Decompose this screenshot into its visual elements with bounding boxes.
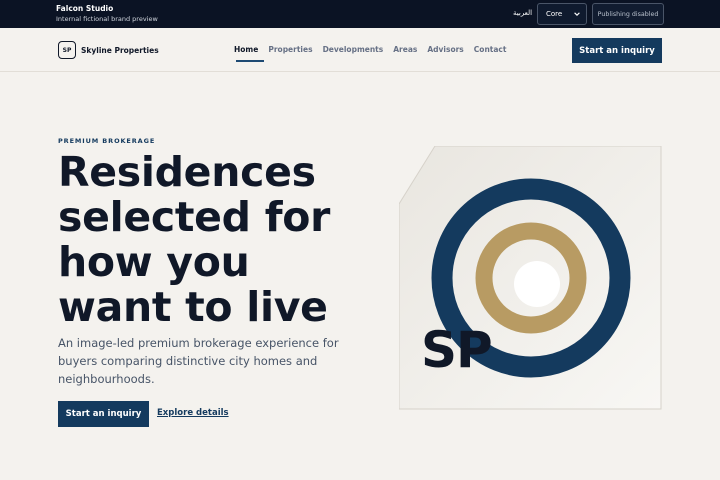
nav-item-areas[interactable]: Areas bbox=[393, 45, 417, 54]
hero-art-initials: SP bbox=[421, 321, 493, 379]
nav-item-contact[interactable]: Contact bbox=[474, 45, 507, 54]
hero-lead: An image-led premium brokerage experienc… bbox=[58, 336, 339, 386]
nav-item-properties[interactable]: Properties bbox=[268, 45, 312, 54]
hero-eyebrow: PREMIUM BROKERAGE bbox=[58, 137, 156, 145]
language-switch-link[interactable]: العربية bbox=[513, 9, 532, 17]
logo-badge[interactable]: SP bbox=[58, 41, 76, 59]
publish-button[interactable]: Publishing disabled bbox=[592, 3, 664, 25]
main-nav: Home Properties Developments Areas Advis… bbox=[234, 45, 516, 54]
nav-active-indicator bbox=[236, 60, 264, 62]
explore-details-link[interactable]: Explore details bbox=[157, 408, 229, 418]
studio-subtitle: Internal fictional brand preview bbox=[56, 15, 158, 23]
theme-select[interactable]: Core bbox=[537, 3, 587, 25]
hero-inquiry-button[interactable]: Start an inquiry bbox=[58, 401, 149, 427]
studio-toolbar: Falcon Studio Internal fictional brand p… bbox=[0, 0, 720, 28]
nav-item-advisors[interactable]: Advisors bbox=[427, 45, 463, 54]
theme-select-value: Core bbox=[546, 10, 563, 18]
studio-name: Falcon Studio bbox=[56, 4, 114, 13]
hero-title: Residences selected for how you want to … bbox=[58, 148, 331, 331]
hero-illustration: SP bbox=[399, 146, 662, 410]
site-header: SP Skyline Properties Home Properties De… bbox=[0, 28, 720, 72]
header-inquiry-button[interactable]: Start an inquiry bbox=[572, 38, 662, 63]
nav-item-home[interactable]: Home bbox=[234, 45, 258, 54]
brand-name[interactable]: Skyline Properties bbox=[81, 46, 159, 55]
chevron-down-icon bbox=[574, 12, 580, 16]
nav-item-developments[interactable]: Developments bbox=[323, 45, 384, 54]
